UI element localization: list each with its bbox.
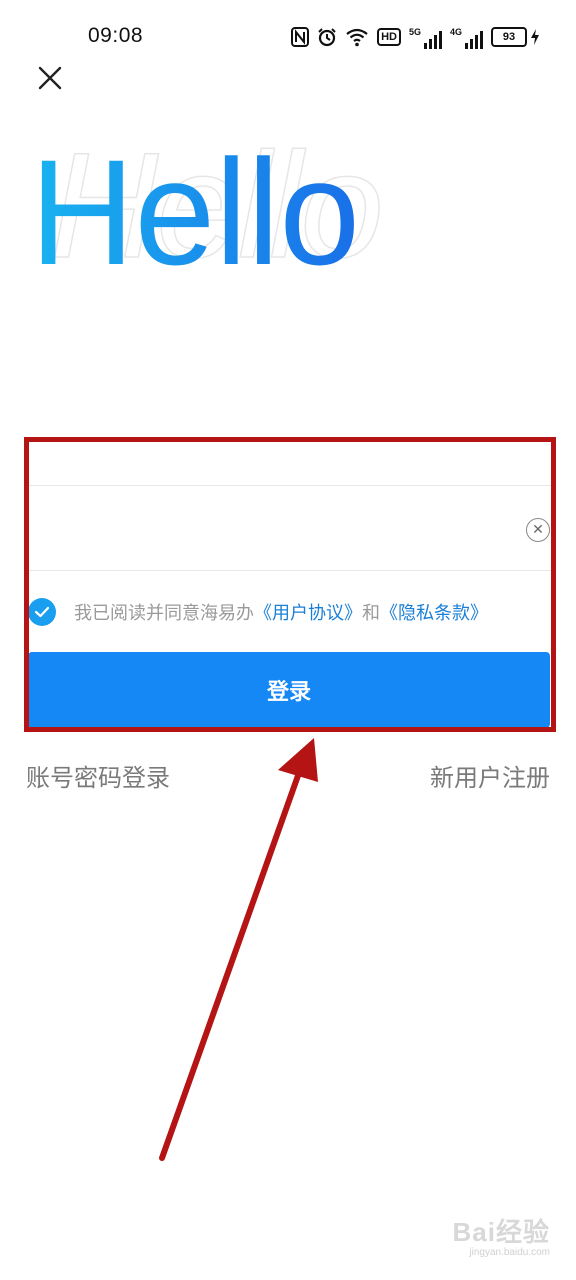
signal-4g-icon: 4G <box>450 25 483 49</box>
privacy-terms-link[interactable]: 《隐私条款》 <box>380 603 488 624</box>
checkmark-icon <box>34 606 50 618</box>
nfc-icon <box>291 25 310 49</box>
hello-text: Hello <box>30 140 360 280</box>
login-button[interactable]: 登录 <box>28 652 550 728</box>
agreement-prefix: 我已阅读并同意海易办 <box>74 603 254 624</box>
input-divider-top <box>26 485 554 486</box>
agreement-row: 我已阅读并同意海易办《用户协议》和《隐私条款》 <box>28 596 488 628</box>
status-bar: 09:08 HD 5G 4G 93 <box>0 0 576 72</box>
hello-gradient-text: Hello <box>30 140 360 280</box>
clear-input-button[interactable]: ✕ <box>526 518 550 542</box>
password-login-link[interactable]: 账号密码登录 <box>26 758 170 793</box>
watermark-main: Bai经验 <box>452 1217 550 1247</box>
battery-icon: 93 <box>491 25 540 49</box>
battery-level: 93 <box>491 27 527 47</box>
agreement-text: 我已阅读并同意海易办《用户协议》和《隐私条款》 <box>74 599 488 625</box>
baidu-watermark: Bai经验 jingyan.baidu.com <box>453 1212 550 1258</box>
agree-checkbox[interactable] <box>28 598 56 626</box>
close-icon <box>38 66 62 90</box>
signal-5g-icon: 5G <box>409 25 442 49</box>
register-link[interactable]: 新用户注册 <box>430 758 550 793</box>
hello-heading: Hello Hello <box>30 129 390 281</box>
wifi-icon <box>345 25 369 49</box>
close-button[interactable] <box>34 62 66 94</box>
charging-icon <box>531 29 539 45</box>
user-agreement-link[interactable]: 《用户协议》 <box>254 603 362 624</box>
input-divider-bottom <box>26 570 554 571</box>
alarm-icon <box>317 25 337 49</box>
status-icons: HD 5G 4G 93 <box>291 24 540 50</box>
hd-icon: HD <box>377 25 401 49</box>
watermark-sub: jingyan.baidu.com <box>469 1247 550 1258</box>
clear-icon: ✕ <box>532 522 544 538</box>
status-time: 09:08 <box>88 24 144 47</box>
agreement-and: 和 <box>362 603 380 624</box>
